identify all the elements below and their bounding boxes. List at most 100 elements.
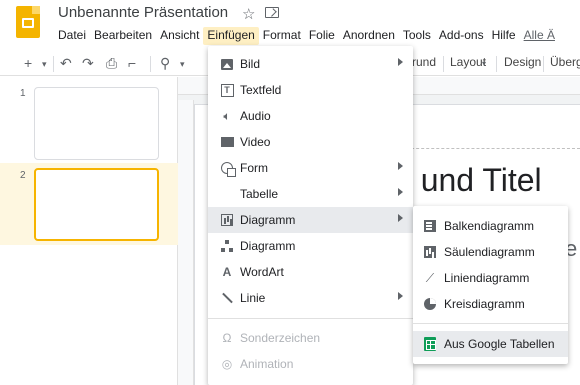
submenu-arrow-icon — [398, 188, 403, 196]
submenu-arrow-icon — [398, 214, 403, 222]
toolbar-divider — [53, 56, 54, 72]
menu-item-diagramm-chart[interactable]: Diagramm — [208, 207, 413, 233]
audio-icon: 🔈︎ — [223, 108, 231, 123]
menu-item-label: Form — [240, 161, 268, 175]
vertical-ruler — [178, 100, 194, 385]
menu-item-label: Aus Google Tabellen — [444, 337, 555, 351]
menu-item-diagramm-diagram[interactable]: Diagramm — [208, 233, 413, 259]
slides-logo-icon[interactable] — [16, 6, 40, 38]
bar-chart-icon — [423, 219, 437, 233]
menu-format[interactable]: Format — [259, 27, 305, 45]
omega-icon: Ω — [222, 331, 232, 345]
slide-thumbnail[interactable] — [34, 87, 159, 160]
animation-icon: ◎ — [221, 357, 233, 371]
menu-hilfe[interactable]: Hilfe — [488, 27, 520, 45]
diagram-icon — [220, 239, 234, 253]
menu-item-bild[interactable]: Bild — [208, 51, 413, 77]
new-slide-plus-icon[interactable]: + — [24, 55, 32, 71]
chart-icon — [220, 213, 234, 227]
zoom-icon[interactable]: ⚲ — [160, 55, 170, 72]
slide-row-1[interactable]: 1 — [0, 80, 178, 166]
slide-thumbnail[interactable] — [34, 168, 159, 241]
google-sheets-icon — [423, 337, 437, 351]
submenu-item-kreisdiagramm[interactable]: Kreisdiagramm — [413, 291, 568, 317]
menu-item-label: Animation — [240, 357, 294, 371]
menu-item-label: Diagramm — [240, 239, 296, 253]
video-icon — [220, 135, 234, 149]
submenu-item-aus-google-tabellen[interactable]: Aus Google Tabellen — [413, 331, 568, 357]
undo-icon[interactable]: ↶ — [60, 55, 72, 72]
toolbar-divider — [443, 56, 444, 72]
menu-addons[interactable]: Add-ons — [435, 27, 488, 45]
menu-einfuegen[interactable]: Einfügen — [203, 27, 259, 45]
design-button[interactable]: Design — [504, 55, 541, 69]
textbox-icon: T — [220, 83, 234, 97]
submenu-arrow-icon — [398, 58, 403, 66]
menu-item-label: Kreisdiagramm — [444, 297, 525, 311]
menu-item-audio[interactable]: 🔈︎ Audio — [208, 103, 413, 129]
line-icon — [220, 291, 234, 305]
layout-button[interactable]: Layout — [450, 55, 486, 69]
column-chart-icon — [423, 245, 437, 259]
background-button[interactable]: rund — [412, 55, 436, 69]
submenu-item-liniendiagramm[interactable]: ⟋ Liniendiagramm — [413, 265, 568, 291]
menu-bar: Datei Bearbeiten Ansicht Einfügen Format… — [54, 27, 559, 45]
menu-item-label: Video — [240, 135, 271, 149]
menu-item-textfeld[interactable]: T Textfeld — [208, 77, 413, 103]
insert-menu: Bild T Textfeld 🔈︎ Audio Video Form Tabe… — [208, 46, 413, 385]
menu-item-label: Sonderzeichen — [240, 331, 321, 345]
toolbar-divider — [543, 56, 544, 72]
menu-item-label: Bild — [240, 57, 261, 71]
transition-button[interactable]: Übergä — [550, 55, 580, 69]
new-slide-dropdown-icon[interactable]: ▾ — [42, 59, 47, 70]
menu-separator — [208, 318, 413, 319]
last-edit-link[interactable]: Alle Ä — [520, 27, 559, 45]
menu-item-label: Liniendiagramm — [444, 271, 530, 285]
menu-item-linie[interactable]: Linie — [208, 285, 413, 311]
menu-item-label: WordArt — [240, 265, 284, 279]
toolbar-divider — [496, 56, 497, 72]
menu-item-sonderzeichen: Ω Sonderzeichen — [208, 325, 413, 351]
toolbar-divider — [150, 56, 151, 72]
menu-ansicht[interactable]: Ansicht — [156, 27, 203, 45]
move-to-folder-icon[interactable] — [265, 7, 279, 18]
star-icon[interactable]: ☆ — [242, 5, 255, 23]
line-chart-icon: ⟋ — [425, 270, 435, 285]
wordart-icon: A — [222, 265, 232, 279]
print-icon[interactable]: ⎙ — [106, 55, 117, 72]
zoom-dropdown-icon[interactable]: ▾ — [180, 59, 185, 70]
menu-bearbeiten[interactable]: Bearbeiten — [90, 27, 156, 45]
menu-datei[interactable]: Datei — [54, 27, 90, 45]
menu-tools[interactable]: Tools — [399, 27, 435, 45]
submenu-arrow-icon — [398, 162, 403, 170]
redo-icon[interactable]: ↷ — [82, 55, 94, 72]
menu-separator — [413, 323, 568, 324]
menu-anordnen[interactable]: Anordnen — [339, 27, 399, 45]
menu-item-label: Balkendiagramm — [444, 219, 535, 233]
shape-icon — [220, 161, 236, 177]
chart-submenu: Balkendiagramm Säulendiagramm ⟋ Liniendi… — [413, 206, 568, 364]
slide-number: 1 — [20, 88, 26, 99]
pie-chart-icon — [423, 297, 437, 311]
slide-row-2[interactable]: 2 — [0, 163, 178, 245]
menu-item-wordart[interactable]: A WordArt — [208, 259, 413, 285]
slide-number: 2 — [20, 170, 26, 181]
submenu-item-balkendiagramm[interactable]: Balkendiagramm — [413, 213, 568, 239]
menu-item-tabelle[interactable]: Tabelle — [208, 181, 413, 207]
menu-item-label: Audio — [240, 109, 271, 123]
layout-dropdown-icon[interactable]: ▾ — [482, 59, 486, 68]
menu-item-video[interactable]: Video — [208, 129, 413, 155]
menu-item-label: Diagramm — [240, 213, 296, 227]
menu-item-animation: ◎ Animation — [208, 351, 413, 377]
slide-title-text[interactable]: n und Titel — [394, 162, 542, 199]
menu-folie[interactable]: Folie — [305, 27, 339, 45]
menu-item-label: Textfeld — [240, 83, 282, 97]
submenu-arrow-icon — [398, 292, 403, 300]
menu-item-label: Linie — [240, 291, 266, 305]
menu-item-label: Säulendiagramm — [444, 245, 535, 259]
menu-item-form[interactable]: Form — [208, 155, 413, 181]
document-title[interactable]: Unbenannte Präsentation — [58, 4, 228, 21]
image-icon — [220, 57, 234, 71]
submenu-item-saeulendiagramm[interactable]: Säulendiagramm — [413, 239, 568, 265]
paint-format-icon[interactable]: ⌐ — [128, 55, 136, 71]
